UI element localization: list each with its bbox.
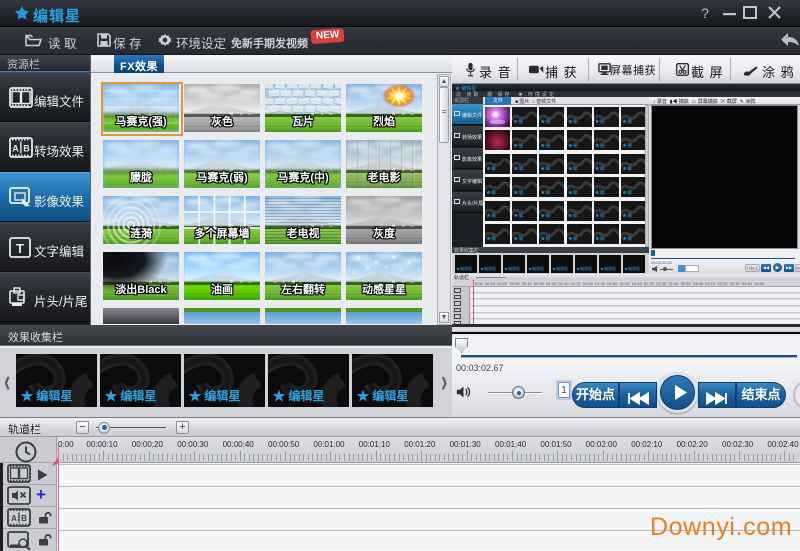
svg-text:A: A	[12, 144, 19, 154]
svg-text:B: B	[23, 144, 30, 154]
svg-text:B: B	[21, 514, 27, 523]
svg-text:T: T	[16, 241, 24, 256]
svg-text:A: A	[11, 514, 17, 523]
